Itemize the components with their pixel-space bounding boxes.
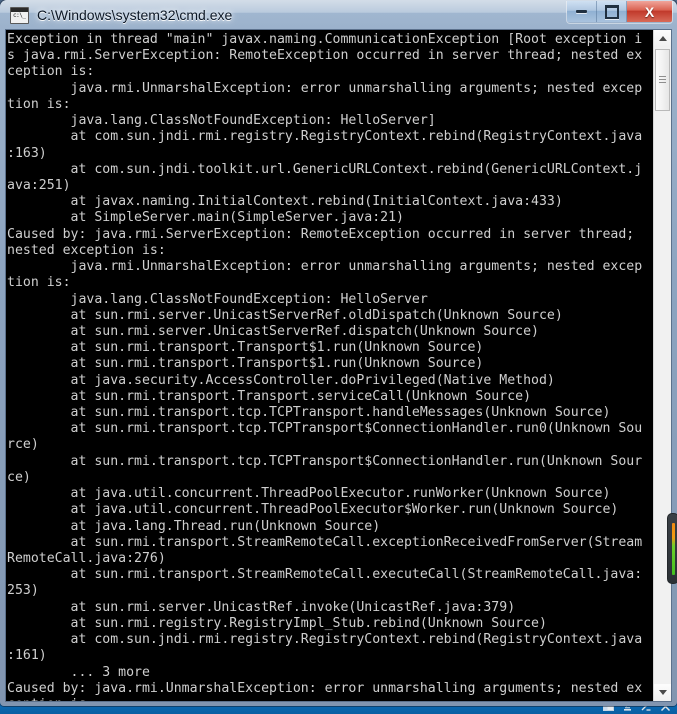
maximize-button[interactable] — [597, 1, 627, 22]
scroll-position-meter — [671, 522, 675, 575]
cmd-window[interactable]: c:\_ C:\Windows\system32\cmd.exe X Excep… — [0, 0, 677, 706]
console-client-area: Exception in thread "main" javax.naming.… — [5, 29, 672, 702]
console-output-text: Exception in thread "main" javax.naming.… — [7, 32, 643, 701]
close-button[interactable]: X — [627, 1, 672, 22]
window-titlebar[interactable]: c:\_ C:\Windows\system32\cmd.exe X — [0, 0, 677, 30]
minimize-button[interactable] — [567, 1, 597, 22]
chevron-down-icon — [658, 690, 667, 695]
window-controls: X — [566, 1, 673, 24]
vertical-scrollbar[interactable] — [653, 30, 671, 701]
close-icon: X — [644, 3, 655, 20]
scroll-up-arrow[interactable] — [654, 30, 671, 47]
scroll-thumb[interactable] — [655, 49, 670, 111]
scroll-thumb-grip — [659, 76, 666, 84]
window-title: C:\Windows\system32\cmd.exe — [37, 7, 233, 23]
minimize-icon — [576, 10, 587, 13]
maximize-icon — [604, 4, 619, 19]
console-output-pane[interactable]: Exception in thread "main" javax.naming.… — [6, 30, 653, 701]
cmd-prompt-icon: c:\_ — [10, 6, 29, 24]
scroll-down-arrow[interactable] — [654, 684, 671, 701]
scroll-position-indicator — [667, 513, 677, 584]
chevron-up-icon — [658, 36, 667, 41]
